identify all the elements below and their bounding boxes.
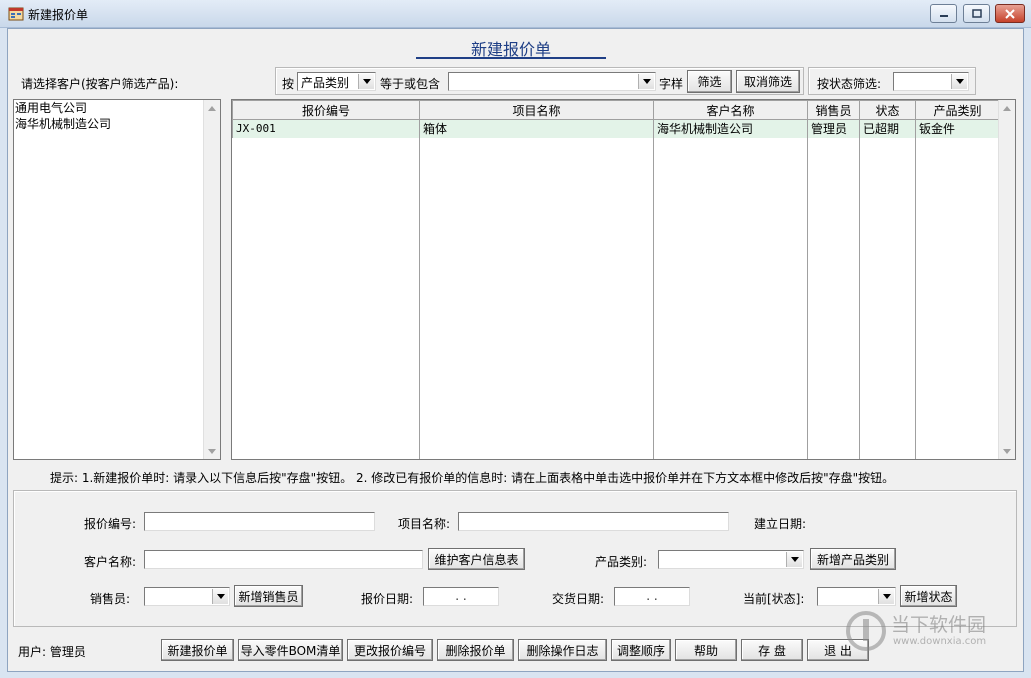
filter-field-value: 产品类别 xyxy=(301,76,350,90)
add-status-button[interactable]: 新增状态 xyxy=(900,585,957,607)
customer-list[interactable]: 通用电气公司 海华机械制造公司 xyxy=(13,99,221,460)
cell-quote-no[interactable]: JX-001 xyxy=(232,119,420,138)
customer-label: 客户名称: xyxy=(84,555,137,569)
chevron-down-icon[interactable] xyxy=(358,74,374,89)
delete-quote-button[interactable]: 删除报价单 xyxy=(437,639,514,661)
grid-vertical-scrollbar[interactable] xyxy=(998,100,1015,459)
quote-date-input[interactable]: . . xyxy=(423,587,499,606)
delivery-date-input[interactable]: . . xyxy=(614,587,690,606)
watermark-logo-icon xyxy=(846,611,886,651)
column-header-product-category[interactable]: 产品类别 xyxy=(915,100,1000,120)
column-header-customer[interactable]: 客户名称 xyxy=(653,100,808,120)
column-header-status[interactable]: 状态 xyxy=(859,100,916,120)
quote-no-label: 报价编号: xyxy=(84,517,137,531)
filter-by-label: 按 xyxy=(282,77,295,91)
current-status-combo[interactable] xyxy=(817,587,896,606)
delivery-date-label: 交货日期: xyxy=(552,592,605,606)
add-product-category-button[interactable]: 新增产品类别 xyxy=(810,548,896,570)
form-title-underline xyxy=(416,57,606,59)
maximize-icon xyxy=(971,9,982,18)
add-sales-button[interactable]: 新增销售员 xyxy=(234,585,303,607)
list-item[interactable]: 通用电气公司 xyxy=(14,100,220,116)
product-category-combo[interactable] xyxy=(658,550,804,569)
current-user-label: 用户: 管理员 xyxy=(18,645,86,659)
grid-column-lines xyxy=(419,138,999,459)
chevron-down-icon[interactable] xyxy=(786,552,802,567)
help-button[interactable]: 帮助 xyxy=(675,639,737,661)
filter-text-combo[interactable] xyxy=(448,72,656,91)
chevron-down-icon[interactable] xyxy=(878,589,894,604)
close-button[interactable] xyxy=(995,4,1025,23)
sales-combo[interactable] xyxy=(144,587,230,606)
column-header-sales[interactable]: 销售员 xyxy=(807,100,860,120)
chevron-down-icon[interactable] xyxy=(638,74,654,89)
minimize-button[interactable] xyxy=(930,4,957,23)
project-input[interactable] xyxy=(458,512,729,531)
created-date-label: 建立日期: xyxy=(754,517,807,531)
list-item[interactable]: 海华机械制造公司 xyxy=(14,116,220,132)
column-header-quote-no[interactable]: 报价编号 xyxy=(232,100,420,120)
adjust-order-button[interactable]: 调整顺序 xyxy=(611,639,671,661)
vertical-scrollbar[interactable] xyxy=(203,100,220,459)
close-icon xyxy=(1005,8,1015,19)
current-status-label: 当前[状态]: xyxy=(743,592,805,606)
window-title: 新建报价单 xyxy=(28,8,89,22)
quote-no-input[interactable] xyxy=(144,512,375,531)
filter-equals-label: 等于或包含 xyxy=(380,77,441,91)
quote-grid[interactable]: 报价编号 项目名称 客户名称 销售员 状态 产品类别 JX-001 箱体 海华机… xyxy=(231,99,1016,460)
watermark-brand: 当下软件园 xyxy=(891,614,987,636)
cancel-filter-button[interactable]: 取消筛选 xyxy=(736,70,800,93)
scroll-up-arrow-icon[interactable] xyxy=(204,100,220,116)
filter-suffix-label: 字样 xyxy=(659,77,684,91)
minimize-icon xyxy=(939,14,948,17)
status-filter-combo[interactable] xyxy=(893,72,969,91)
product-category-label: 产品类别: xyxy=(595,555,648,569)
chevron-down-icon[interactable] xyxy=(951,74,967,89)
delete-log-button[interactable]: 删除操作日志 xyxy=(518,639,607,661)
quote-date-label: 报价日期: xyxy=(361,592,414,606)
cell-project[interactable]: 箱体 xyxy=(419,119,654,138)
import-bom-button[interactable]: 导入零件BOM清单 xyxy=(238,639,343,661)
select-customer-label: 请选择客户(按客户筛选产品): xyxy=(21,77,179,91)
window-titlebar[interactable]: 新建报价单 xyxy=(0,0,1031,28)
quote-table: 报价编号 项目名称 客户名称 销售员 状态 产品类别 JX-001 箱体 海华机… xyxy=(232,100,1000,138)
cell-product-category[interactable]: 钣金件 xyxy=(915,119,1000,138)
watermark-url: www.downxia.com xyxy=(893,636,987,647)
scroll-up-arrow-icon[interactable] xyxy=(999,100,1015,116)
scroll-down-arrow-icon[interactable] xyxy=(204,443,220,459)
cell-status[interactable]: 已超期 xyxy=(859,119,916,138)
cell-sales[interactable]: 管理员 xyxy=(807,119,860,138)
scroll-down-arrow-icon[interactable] xyxy=(999,443,1015,459)
sales-label: 销售员: xyxy=(90,592,131,606)
column-header-project[interactable]: 项目名称 xyxy=(419,100,654,120)
maintain-customer-button[interactable]: 维护客户信息表 xyxy=(428,548,525,570)
change-quote-no-button[interactable]: 更改报价编号 xyxy=(347,639,433,661)
table-row[interactable]: JX-001 箱体 海华机械制造公司 管理员 已超期 钣金件 xyxy=(232,119,1000,138)
app-icon xyxy=(8,7,24,21)
filter-button[interactable]: 筛选 xyxy=(687,70,732,93)
new-quote-button[interactable]: 新建报价单 xyxy=(161,639,234,661)
maximize-button[interactable] xyxy=(963,4,990,23)
status-filter-label: 按状态筛选: xyxy=(817,77,882,91)
customer-input[interactable] xyxy=(144,550,423,569)
chevron-down-icon[interactable] xyxy=(212,589,228,604)
save-button[interactable]: 存 盘 xyxy=(741,639,803,661)
hint-text: 提示: 1.新建报价单时: 请录入以下信息后按"存盘"按钮。 2. 修改已有报价… xyxy=(50,471,895,485)
filter-field-combo[interactable]: 产品类别 xyxy=(297,72,376,91)
cell-customer[interactable]: 海华机械制造公司 xyxy=(653,119,808,138)
project-label: 项目名称: xyxy=(398,517,451,531)
